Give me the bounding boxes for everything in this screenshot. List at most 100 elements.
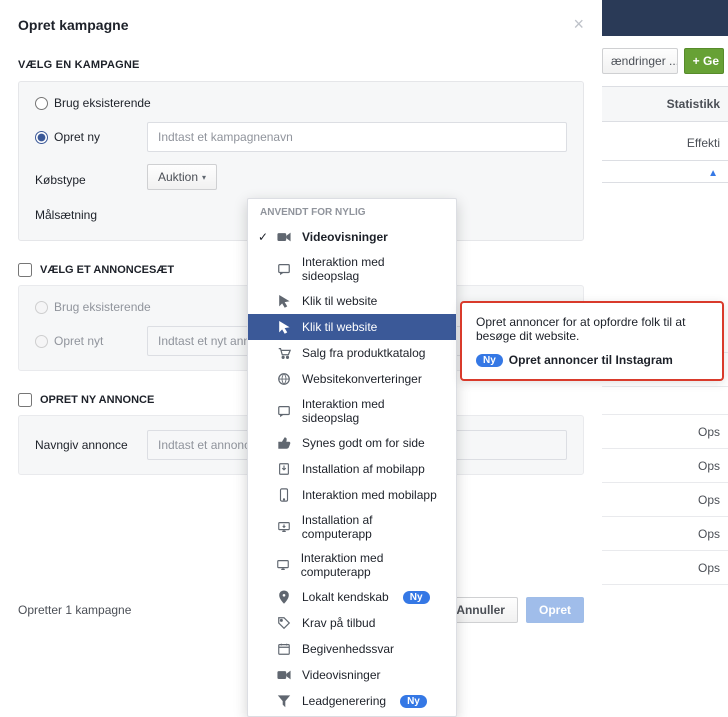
objective-tooltip: Opret annoncer for at opfordre folk til … xyxy=(460,301,724,381)
new-badge: Ny xyxy=(403,591,430,604)
column-header-effekt[interactable]: Effekti xyxy=(598,122,728,161)
tooltip-link[interactable]: Opret annoncer til Instagram xyxy=(509,353,673,367)
stats-header: Statistikk xyxy=(598,86,728,122)
modal-title: Opret kampagne xyxy=(18,17,128,33)
dropdown-item-klik-website[interactable]: Klik til website xyxy=(248,288,456,314)
table-cell: Ops xyxy=(598,449,728,483)
cursor-icon xyxy=(276,319,292,335)
video-icon xyxy=(276,229,292,245)
desktop-icon xyxy=(276,557,291,573)
like-icon xyxy=(276,435,292,451)
dropdown-item-installation-computerapp[interactable]: Installation af computerapp xyxy=(248,508,456,546)
tag-icon xyxy=(276,615,292,631)
footer-status: Opretter 1 kampagne xyxy=(18,603,131,617)
dropdown-item-begivenhedssvar[interactable]: Begivenhedssvar xyxy=(248,636,456,662)
radio-label: Brug eksisterende xyxy=(54,96,151,110)
plus-icon: + xyxy=(693,54,703,68)
dropdown-item-label: Installation af mobilapp xyxy=(302,462,425,476)
dropdown-item-interaktion-computerapp[interactable]: Interaktion med computerapp xyxy=(248,546,456,584)
dropdown-item-videovisninger[interactable]: ✓Videovisninger xyxy=(248,224,456,250)
cart-icon xyxy=(276,345,292,361)
buy-type-select[interactable]: Auktion ▾ xyxy=(147,164,217,190)
calendar-icon xyxy=(276,641,292,657)
radio-label: Opret ny xyxy=(54,130,100,144)
adset-checkbox[interactable] xyxy=(18,263,32,277)
buy-type-label: Købstype xyxy=(35,167,135,187)
funnel-icon xyxy=(276,693,292,709)
dropdown-item-label: Salg fra produktkatalog xyxy=(302,346,425,360)
caret-down-icon: ▾ xyxy=(202,173,206,182)
dropdown-item-label: Videovisninger xyxy=(302,668,381,682)
dropdown-item-salg-produktkatalog[interactable]: Salg fra produktkatalog xyxy=(248,340,456,366)
app-topbar xyxy=(598,0,728,36)
tooltip-text: Opret annoncer for at opfordre folk til … xyxy=(476,315,708,343)
objective-dropdown[interactable]: ANVENDT FOR NYLIG ✓VideovisningerInterak… xyxy=(247,198,457,717)
dropdown-recent-header: ANVENDT FOR NYLIG xyxy=(248,199,456,224)
new-badge: Ny xyxy=(476,354,503,367)
dropdown-item-klik-website-2[interactable]: Klik til website xyxy=(248,314,456,340)
table-cell: Ops xyxy=(598,483,728,517)
dropdown-item-interaktion-sideopslag[interactable]: Interaktion med sideopslag xyxy=(248,250,456,288)
download-icon xyxy=(276,461,292,477)
dropdown-item-label: Interaktion med sideopslag xyxy=(302,397,444,425)
campaign-name-input[interactable] xyxy=(147,122,567,152)
post-icon xyxy=(276,261,292,277)
table-cell: Ops xyxy=(598,551,728,585)
dropdown-item-label: Interaktion med computerapp xyxy=(301,551,444,579)
dropdown-item-label: Lokalt kendskab xyxy=(302,590,389,604)
pin-icon xyxy=(276,589,292,605)
table-cell: Ops xyxy=(598,517,728,551)
dropdown-item-websitekonverteringer[interactable]: Websitekonverteringer xyxy=(248,366,456,392)
radio-adset-existing-input xyxy=(35,301,48,314)
dropdown-item-leadgenerering[interactable]: Leadgenerering Ny xyxy=(248,688,456,714)
dropdown-item-label: Klik til website xyxy=(302,320,377,334)
adset-section-label: VÆLG ET ANNONCESÆT xyxy=(40,264,174,276)
table-cell xyxy=(598,387,728,415)
radio-adset-new-input xyxy=(35,335,48,348)
dropdown-item-lokalt-kendskab[interactable]: Lokalt kendskab Ny xyxy=(248,584,456,610)
post-icon xyxy=(276,403,292,419)
dropdown-item-installation-mobilapp[interactable]: Installation af mobilapp xyxy=(248,456,456,482)
radio-label: Brug eksisterende xyxy=(54,300,151,314)
close-icon[interactable]: × xyxy=(573,14,584,35)
dropdown-item-krav-tilbud[interactable]: Krav på tilbud xyxy=(248,610,456,636)
mobile-icon xyxy=(276,487,292,503)
dropdown-item-label: Synes godt om for side xyxy=(302,436,425,450)
dropdown-item-label: Videovisninger xyxy=(302,230,388,244)
cursor-icon xyxy=(276,293,292,309)
sort-indicator[interactable]: ▲ xyxy=(598,161,728,183)
dropdown-item-videovisninger-2[interactable]: Videovisninger xyxy=(248,662,456,688)
dropdown-item-synes-godt-om[interactable]: Synes godt om for side xyxy=(248,430,456,456)
radio-input-existing[interactable] xyxy=(35,97,48,110)
submit-button[interactable]: Opret xyxy=(526,597,584,623)
new-badge: Ny xyxy=(400,695,427,708)
radio-input-new[interactable] xyxy=(35,131,48,144)
dropdown-item-interaktion-mobilapp[interactable]: Interaktion med mobilapp xyxy=(248,482,456,508)
dropdown-item-label: Leadgenerering xyxy=(302,694,386,708)
ad-checkbox[interactable] xyxy=(18,393,32,407)
desktop-download-icon xyxy=(276,519,292,535)
save-publish-button[interactable]: + Ge xyxy=(684,48,724,74)
sort-asc-icon: ▲ xyxy=(708,168,718,179)
review-changes-button[interactable]: ændringer ... xyxy=(602,48,678,74)
dropdown-item-label: Begivenhedssvar xyxy=(302,642,394,656)
toolbar: ændringer ... + Ge xyxy=(598,36,728,86)
ad-name-label: Navngiv annonce xyxy=(35,438,135,452)
radio-use-existing[interactable]: Brug eksisterende xyxy=(35,96,567,110)
radio-label: Opret nyt xyxy=(54,334,103,348)
section-choose-campaign: VÆLG EN KAMPAGNE xyxy=(18,59,584,71)
dropdown-item-label: Klik til website xyxy=(302,294,377,308)
buy-type-value: Auktion xyxy=(158,170,198,184)
ad-section-label: OPRET NY ANNONCE xyxy=(40,394,154,406)
radio-adset-new: Opret nyt xyxy=(35,334,135,348)
globe-icon xyxy=(276,371,292,387)
table-cell: Ops xyxy=(598,415,728,449)
objective-label: Målsætning xyxy=(35,202,135,222)
dropdown-item-label: Websitekonverteringer xyxy=(302,372,422,386)
dropdown-item-label: Installation af computerapp xyxy=(302,513,444,541)
radio-create-new[interactable]: Opret ny xyxy=(35,130,135,144)
dropdown-item-interaktion-sideopslag-2[interactable]: Interaktion med sideopslag xyxy=(248,392,456,430)
dropdown-item-label: Interaktion med mobilapp xyxy=(302,488,437,502)
video-icon xyxy=(276,667,292,683)
dropdown-item-label: Krav på tilbud xyxy=(302,616,375,630)
